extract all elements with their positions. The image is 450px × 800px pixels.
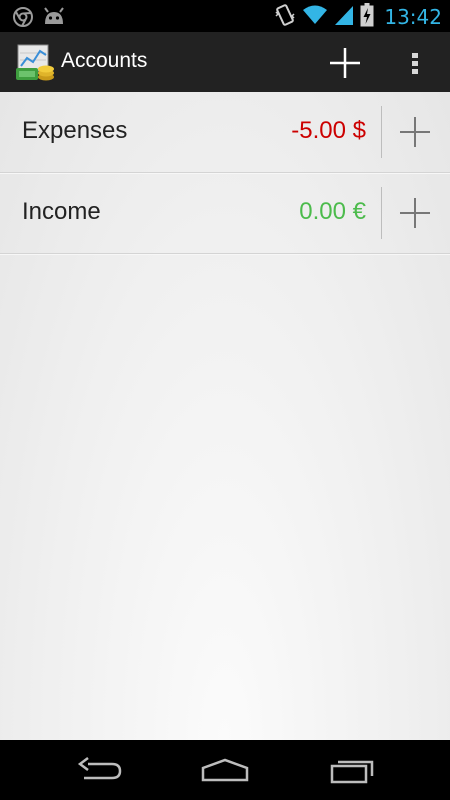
navigation-bar xyxy=(0,740,450,800)
wifi-icon xyxy=(302,4,328,30)
app-logo-icon[interactable] xyxy=(16,44,56,82)
signal-icon xyxy=(334,4,354,30)
status-bar: 13:42 xyxy=(0,0,450,32)
recent-apps-button[interactable] xyxy=(324,754,380,786)
chrome-icon xyxy=(12,6,34,32)
action-bar: Accounts xyxy=(0,32,450,94)
accounts-list: Expenses -5.00 $ Income 0.00 € xyxy=(0,92,450,740)
account-name: Expenses xyxy=(22,117,128,144)
overflow-menu-icon xyxy=(412,53,418,74)
add-account-button[interactable] xyxy=(322,40,368,86)
battery-charging-icon xyxy=(360,3,374,31)
android-debug-icon xyxy=(42,6,66,32)
add-transaction-button[interactable] xyxy=(396,194,434,232)
back-icon xyxy=(77,757,122,780)
divider xyxy=(381,187,382,239)
account-row-income[interactable]: Income 0.00 € xyxy=(0,173,450,254)
page-title: Accounts xyxy=(61,49,148,72)
account-name: Income xyxy=(22,198,101,225)
clock: 13:42 xyxy=(384,5,442,29)
home-button[interactable] xyxy=(197,754,253,786)
account-balance: 0.00 € xyxy=(299,198,366,225)
recent-apps-icon xyxy=(330,760,374,784)
vibrate-icon xyxy=(274,3,296,31)
plus-icon xyxy=(400,117,430,147)
back-button[interactable] xyxy=(72,754,128,786)
home-icon xyxy=(201,758,249,782)
overflow-menu-button[interactable] xyxy=(396,40,434,86)
add-transaction-button[interactable] xyxy=(396,113,434,151)
account-balance: -5.00 $ xyxy=(291,117,366,144)
account-row-expenses[interactable]: Expenses -5.00 $ xyxy=(0,92,450,173)
plus-icon xyxy=(400,198,430,228)
divider xyxy=(381,106,382,158)
plus-icon xyxy=(330,48,360,78)
